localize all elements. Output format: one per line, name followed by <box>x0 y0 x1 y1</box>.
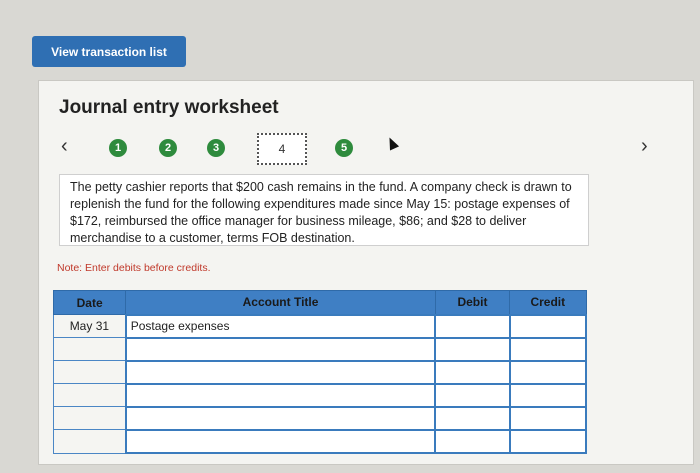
transaction-description: The petty cashier reports that $200 cash… <box>59 174 589 246</box>
journal-worksheet-panel: Journal entry worksheet ‹ 1 2 3 4 5 › Th… <box>38 80 694 465</box>
date-cell <box>52 406 127 431</box>
account-title-column-header: Account Title <box>125 290 436 315</box>
account-title-input[interactable]: Postage expenses <box>124 313 437 339</box>
debit-input[interactable] <box>434 336 511 362</box>
table-row <box>52 405 588 431</box>
table-row <box>52 359 588 385</box>
chevron-right-icon[interactable]: › <box>641 135 648 158</box>
step-3-button[interactable]: 3 <box>207 139 225 157</box>
account-title-input[interactable] <box>124 405 437 431</box>
credit-input[interactable] <box>508 382 588 408</box>
step-2-button[interactable]: 2 <box>159 139 177 157</box>
table-row: May 31 Postage expenses <box>52 313 588 339</box>
date-cell <box>52 383 127 408</box>
credit-input[interactable] <box>508 359 588 385</box>
step-4-current-button[interactable]: 4 <box>257 133 307 165</box>
date-cell <box>52 360 127 385</box>
step-5-button[interactable]: 5 <box>335 139 353 157</box>
date-cell: May 31 <box>52 313 127 339</box>
credit-input[interactable] <box>508 405 588 431</box>
worksheet-title: Journal entry worksheet <box>59 97 279 118</box>
table-row <box>52 336 588 362</box>
credit-input[interactable] <box>508 428 588 455</box>
debit-input[interactable] <box>434 428 511 455</box>
account-title-input[interactable] <box>124 336 437 362</box>
table-row <box>52 428 588 455</box>
date-cell <box>52 429 127 454</box>
chevron-left-icon[interactable]: ‹ <box>61 135 68 158</box>
debit-column-header: Debit <box>434 290 511 315</box>
mouse-cursor-icon <box>384 135 400 151</box>
date-cell <box>52 337 127 362</box>
debit-input[interactable] <box>434 382 511 408</box>
table-row <box>52 382 588 408</box>
credit-input[interactable] <box>508 313 588 339</box>
credit-input[interactable] <box>508 336 588 362</box>
step-1-button[interactable]: 1 <box>109 139 127 157</box>
table-header-row: Date Account Title Debit Credit <box>52 290 587 315</box>
debit-input[interactable] <box>434 313 511 339</box>
date-column-header: Date <box>52 290 127 315</box>
account-title-input[interactable] <box>124 428 437 455</box>
credit-column-header: Credit <box>509 290 587 315</box>
view-transaction-list-button[interactable]: View transaction list <box>32 36 186 67</box>
account-title-input[interactable] <box>124 359 437 385</box>
debit-input[interactable] <box>434 359 511 385</box>
debit-input[interactable] <box>434 405 511 431</box>
debit-credit-note: Note: Enter debits before credits. <box>57 262 211 274</box>
account-title-input[interactable] <box>124 382 437 408</box>
journal-entry-table: Date Account Title Debit Credit May 31 P… <box>52 290 588 455</box>
